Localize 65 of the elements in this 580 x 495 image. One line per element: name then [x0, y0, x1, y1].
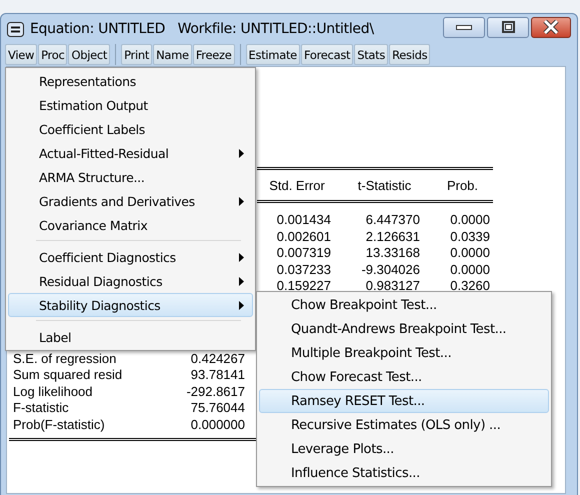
maximize-icon — [502, 21, 514, 33]
table-cell-text: 0.002601 — [276, 228, 332, 245]
table-cell-text: 0.983127 — [364, 278, 421, 294]
menu-item[interactable]: Residual Diagnostics — [8, 269, 253, 293]
stat-value: 0.000000 — [190, 416, 245, 433]
column-header: Std. Error — [268, 178, 326, 192]
toolbar-button[interactable]: View — [5, 44, 38, 65]
menu-item[interactable]: Actual-Fitted-Residual — [8, 141, 253, 165]
stat-label: Prob(F-statistic) — [13, 416, 106, 433]
menu-item[interactable]: Chow Breakpoint Test... — [259, 293, 549, 317]
menu-item[interactable]: Ramsey RESET Test... — [259, 389, 549, 413]
menu-item[interactable]: Influence Statistics... — [259, 461, 549, 485]
menu-item[interactable]: Coefficient Diagnostics — [8, 245, 253, 269]
stat-label: Log likelihood — [13, 384, 94, 400]
menu-item[interactable]: Estimation Output — [8, 93, 253, 117]
table-cell-text: -9.304026 — [360, 262, 421, 278]
window-title: Equation: UNTITLED Workfile: UNTITLED::Untitled\ — [30, 21, 374, 37]
toolbar-button[interactable]: Forecast — [300, 44, 354, 65]
table-cell-text: 0.0339 — [449, 228, 491, 245]
menu-item[interactable]: Chow Forecast Test... — [259, 365, 549, 389]
table-cell-text: 6.447370 — [364, 212, 421, 228]
menu-item[interactable]: Label — [8, 325, 253, 349]
toolbar-button[interactable]: Stats — [354, 44, 388, 65]
toolbar-button[interactable]: Freeze — [192, 44, 235, 65]
table-cell-text: 0.0000 — [449, 212, 491, 228]
minimize-icon — [456, 24, 472, 30]
menu-item[interactable]: Coefficient Labels — [8, 117, 253, 141]
toolbar-button[interactable]: Proc — [38, 44, 68, 65]
close-button[interactable] — [531, 16, 571, 38]
stat-value: 93.78141 — [190, 367, 245, 384]
stat-label: Sum squared resid — [13, 367, 124, 384]
toolbar-button[interactable]: Object — [68, 44, 110, 65]
menu-item[interactable]: ARMA Structure... — [8, 165, 253, 189]
table-cell-text: 0.001434 — [276, 212, 332, 228]
stat-label: S.E. of regression — [13, 350, 118, 367]
menu-item[interactable]: Gradients and Derivatives — [8, 189, 253, 213]
column-header: t-Statistic — [356, 178, 412, 192]
menu-item[interactable]: Recursive Estimates (OLS only) ... — [259, 413, 549, 437]
menu-item[interactable]: Covariance Matrix — [8, 213, 253, 237]
maximize-button[interactable] — [487, 16, 529, 38]
menu-item[interactable]: Stability Diagnostics — [8, 293, 253, 317]
table-cell-text: 13.33168 — [364, 245, 421, 262]
stat-value: 75.76044 — [190, 400, 245, 416]
table-cell-text: 0.007319 — [276, 245, 332, 262]
toolbar-button[interactable]: Estimate — [246, 44, 300, 65]
toolbar-button[interactable]: Print — [121, 44, 152, 65]
table-cell-text: 0.0000 — [449, 245, 491, 262]
toolbar-button[interactable]: Name — [153, 44, 192, 65]
table-cell-text: 2.126631 — [364, 228, 421, 245]
table-cell-text: 0.159227 — [276, 278, 332, 294]
column-header: Prob. — [446, 178, 480, 192]
stat-value: 0.424267 — [190, 350, 245, 367]
close-icon — [543, 20, 559, 34]
table-cell-text: 0.0000 — [449, 262, 491, 278]
menu-item[interactable]: Quandt-Andrews Breakpoint Test... — [259, 317, 549, 341]
stat-value: -292.8617 — [186, 384, 245, 400]
window-menu-icon[interactable] — [7, 22, 24, 36]
menu-item[interactable]: Multiple Breakpoint Test... — [259, 341, 549, 365]
stat-label: F-statistic — [13, 400, 70, 416]
toolbar-button[interactable]: Resids — [389, 44, 430, 65]
menu-item[interactable]: Representations — [8, 69, 253, 93]
table-cell-text: 0.3260 — [449, 278, 491, 294]
menu-item[interactable]: Leverage Plots... — [259, 437, 549, 461]
minimize-button[interactable] — [443, 16, 485, 38]
table-cell-text: 0.037233 — [276, 262, 332, 278]
